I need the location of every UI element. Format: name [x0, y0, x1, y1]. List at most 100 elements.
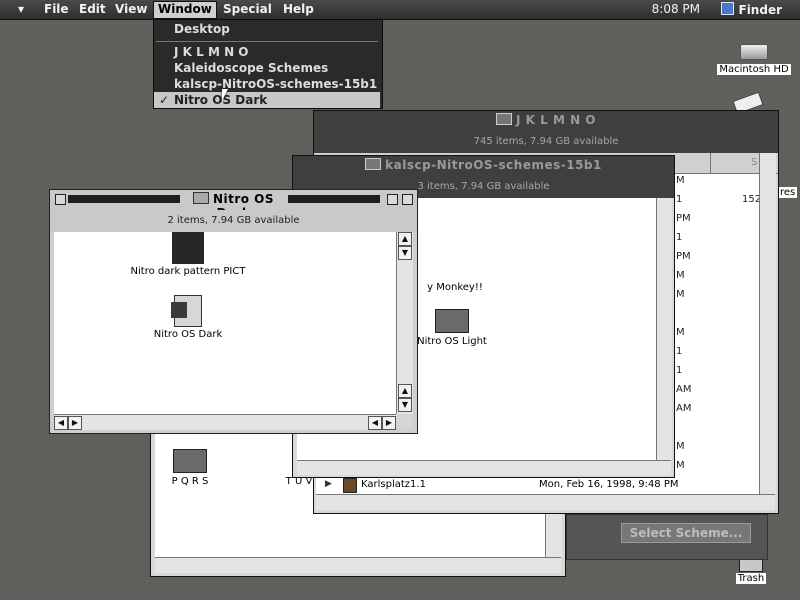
- finder-label: Finder: [738, 3, 783, 17]
- partial-desktop-icon[interactable]: res: [778, 187, 800, 198]
- scroll-up-arrow-icon[interactable]: ▲: [398, 384, 412, 398]
- disclosure-triangle-icon[interactable]: ▶: [325, 479, 332, 489]
- scroll-up-arrow-icon[interactable]: ▲: [398, 232, 412, 246]
- window-menu-item-kalscp[interactable]: kalscp-NitroOS-schemes-15b1: [154, 76, 380, 92]
- macintosh-hd-label: Macintosh HD: [717, 64, 791, 75]
- row-time: 1: [676, 346, 683, 357]
- collapse-box-icon[interactable]: [402, 194, 413, 205]
- menu-edit[interactable]: Edit: [75, 2, 110, 18]
- row-time: 1: [676, 232, 683, 243]
- row-time: 1: [676, 194, 683, 205]
- window-title: J K L M N O: [314, 113, 778, 127]
- menu-separator: [156, 41, 378, 42]
- window-title-text: kalscp-NitroOS-schemes-15b1: [385, 158, 602, 172]
- window-menu-item-nitro-os-dark[interactable]: ✓ Nitro OS Dark: [154, 92, 380, 108]
- row-time: PM: [676, 251, 691, 262]
- horizontal-scrollbar[interactable]: ◀ ▶ ◀ ▶: [54, 414, 396, 430]
- select-scheme-button[interactable]: Select Scheme...: [621, 523, 751, 543]
- file-nitro-os-dark[interactable]: Nitro OS Dark: [148, 295, 228, 340]
- vertical-scrollbar[interactable]: [759, 153, 776, 494]
- window-content: Nitro dark pattern PICT Nitro OS Dark: [54, 232, 396, 414]
- row-time: AM: [676, 403, 692, 414]
- row-time: M: [676, 460, 685, 471]
- title-bar[interactable]: J K L M N O: [314, 111, 778, 131]
- file-label: y Monkey!!: [427, 282, 483, 293]
- scroll-down-arrow-icon[interactable]: ▼: [398, 398, 412, 412]
- window-nitro-os-dark[interactable]: Nitro OS Dark 2 items, 7.94 GB available…: [49, 189, 418, 434]
- title-stripes: [68, 195, 180, 203]
- paint-icon[interactable]: [732, 91, 764, 115]
- close-box-icon[interactable]: [55, 194, 66, 205]
- file-nitro-dark-pattern-pict[interactable]: Nitro dark pattern PICT: [128, 232, 248, 277]
- folder-label: P Q R S: [171, 476, 209, 487]
- window-menu-item-jklmno[interactable]: J K L M N O: [154, 44, 380, 60]
- window-title: kalscp-NitroOS-schemes-15b1: [293, 158, 674, 172]
- row-time: M: [676, 270, 685, 281]
- file-monkey[interactable]: y Monkey!!: [415, 282, 495, 293]
- vertical-scrollbar[interactable]: ▲ ▼ ▲ ▼: [396, 232, 413, 414]
- horizontal-scrollbar[interactable]: [316, 494, 775, 510]
- file-icon: [343, 478, 357, 493]
- folder-icon: [496, 113, 512, 125]
- window-info: 2 items, 7.94 GB available: [50, 210, 417, 232]
- partial-desktop-label: res: [778, 187, 798, 198]
- folder-icon: [173, 449, 207, 473]
- document-icon: [171, 295, 202, 327]
- window-menu-item-desktop[interactable]: Desktop: [154, 21, 380, 37]
- title-stripes: [288, 195, 380, 203]
- scroll-left-arrow-icon[interactable]: ◀: [54, 416, 68, 430]
- scroll-left-arrow-icon[interactable]: ◀: [368, 416, 382, 430]
- file-label: Nitro dark pattern PICT: [130, 266, 246, 277]
- trash-label: Trash: [735, 573, 767, 584]
- window-menu-item-label: Nitro OS Dark: [174, 93, 268, 107]
- zoom-box-icon[interactable]: [387, 194, 398, 205]
- menu-file[interactable]: File: [40, 2, 73, 18]
- row-time: M: [676, 175, 685, 186]
- apple-menu[interactable]: ▾: [14, 2, 28, 18]
- row-time: AM: [676, 384, 692, 395]
- vertical-scrollbar[interactable]: [656, 198, 672, 460]
- file-label: Nitro OS Dark: [153, 329, 223, 340]
- scroll-right-arrow-icon[interactable]: ▶: [68, 416, 82, 430]
- menu-window[interactable]: Window: [153, 1, 217, 19]
- column-divider: [710, 153, 711, 173]
- window-info: 745 items, 7.94 GB available: [314, 131, 778, 153]
- folder-label: Nitro OS Light: [417, 336, 487, 347]
- list-item-name: Karlsplatz1.1: [361, 479, 426, 490]
- hard-disk-icon: [740, 44, 768, 60]
- checkmark-icon: ✓: [159, 93, 170, 107]
- title-bar[interactable]: Nitro OS Dark: [50, 190, 417, 220]
- folder-nitro-os-light[interactable]: Nitro OS Light: [412, 309, 492, 347]
- row-time: 1: [676, 365, 683, 376]
- finder-icon: [720, 2, 734, 15]
- window-menu-item-kaleidoscope[interactable]: Kaleidoscope Schemes: [154, 60, 380, 76]
- scroll-right-arrow-icon[interactable]: ▶: [382, 416, 396, 430]
- mouse-pointer-icon: [222, 89, 228, 101]
- folder-icon: [365, 158, 382, 170]
- row-time: PM: [676, 213, 691, 224]
- row-time: M: [676, 289, 685, 300]
- list-item-date: Mon, Feb 16, 1998, 9:48 PM: [539, 479, 679, 490]
- folder-icon: [192, 192, 209, 204]
- folder-icon: [435, 309, 469, 333]
- macintosh-hd-icon[interactable]: Macintosh HD: [716, 44, 792, 75]
- menu-view[interactable]: View: [111, 2, 151, 18]
- window-title-text: J K L M N O: [516, 113, 596, 127]
- menu-bar: ▾ File Edit View Window Special Help 8:0…: [0, 0, 800, 20]
- title-bar[interactable]: kalscp-NitroOS-schemes-15b1: [293, 156, 674, 176]
- horizontal-scrollbar[interactable]: [155, 557, 561, 573]
- row-time: M: [676, 327, 685, 338]
- window-menu-dropdown: Desktop J K L M N O Kaleidoscope Schemes…: [153, 19, 383, 109]
- menubar-clock[interactable]: 8:08 PM: [648, 2, 704, 18]
- column-header-s[interactable]: S: [751, 157, 757, 168]
- horizontal-scrollbar[interactable]: [297, 460, 671, 475]
- pict-file-icon: [172, 232, 204, 264]
- row-time: M: [676, 441, 685, 452]
- folder-pqrs[interactable]: P Q R S: [165, 449, 215, 487]
- menu-special[interactable]: Special: [219, 2, 276, 18]
- list-item[interactable]: ▶ Karlsplatz1.1 Mon, Feb 16, 1998, 9:48 …: [316, 476, 759, 494]
- menu-help[interactable]: Help: [279, 2, 318, 18]
- resize-box-icon[interactable]: [396, 414, 412, 429]
- scroll-down-arrow-icon[interactable]: ▼: [398, 246, 412, 260]
- application-menu[interactable]: Finder: [717, 2, 787, 18]
